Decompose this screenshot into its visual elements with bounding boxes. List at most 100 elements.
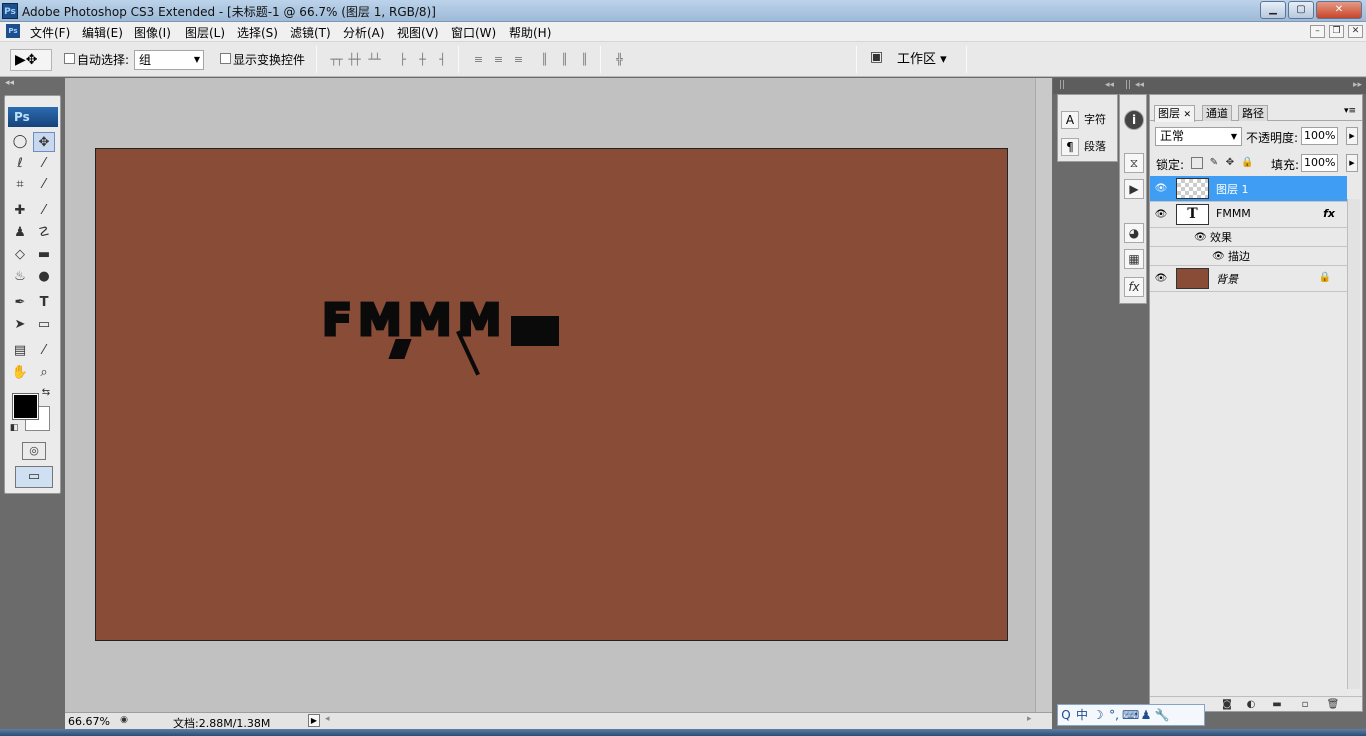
hand-tool-icon[interactable]: ✋: [9, 363, 31, 383]
character-panel-button[interactable]: A 字符: [1061, 109, 1106, 131]
magic-wand-tool-icon[interactable]: ⁄: [33, 154, 55, 174]
distribute-right-icon[interactable]: ║: [576, 53, 592, 66]
paragraph-panel-button[interactable]: ¶ 段落: [1061, 136, 1106, 158]
screen-mode-icon[interactable]: ▭: [15, 466, 53, 488]
lock-transparent-icon[interactable]: [1191, 157, 1203, 169]
ime-logo-icon[interactable]: Q: [1058, 705, 1074, 725]
layers-scrollbar[interactable]: [1347, 199, 1360, 689]
ime-user-icon[interactable]: ♟: [1138, 705, 1154, 725]
lasso-tool-icon[interactable]: ℓ: [9, 154, 31, 174]
opacity-input[interactable]: 100%: [1301, 127, 1338, 145]
canvas-vertical-scrollbar[interactable]: [1035, 78, 1052, 712]
show-transform-checkbox[interactable]: [220, 53, 231, 64]
eyedropper-tool-icon[interactable]: ⁄: [33, 341, 55, 361]
foreground-color-swatch[interactable]: [12, 393, 39, 420]
opacity-slider-arrow-icon[interactable]: ▶: [1346, 127, 1358, 145]
status-menu-arrow-icon[interactable]: ▶: [308, 714, 320, 727]
ime-chinese-toggle[interactable]: 中: [1074, 705, 1090, 725]
align-top-icon[interactable]: ┬┬: [328, 53, 344, 66]
lock-image-icon[interactable]: ✎: [1208, 157, 1220, 169]
path-selection-tool-icon[interactable]: ➤: [9, 315, 31, 335]
auto-select-checkbox[interactable]: [64, 53, 75, 64]
ime-punctuation-icon[interactable]: °,: [1106, 705, 1122, 725]
new-layer-icon[interactable]: ▫: [1298, 698, 1312, 712]
distribute-vcenter-icon[interactable]: ≡: [490, 53, 506, 66]
menu-help[interactable]: 帮助(H): [509, 24, 551, 41]
collapse-icon[interactable]: ◂◂: [1135, 80, 1144, 90]
scroll-left-icon[interactable]: ◂: [325, 714, 330, 724]
doc-restore-button[interactable]: ❐: [1329, 25, 1344, 38]
collapse-icon[interactable]: ◂◂: [1105, 80, 1114, 90]
menu-window[interactable]: 窗口(W): [451, 24, 496, 41]
history-icon[interactable]: ⧖: [1124, 153, 1144, 173]
bridge-icon[interactable]: ▣: [864, 50, 888, 69]
canvas-area[interactable]: FMMM: [65, 78, 1035, 712]
fx-icon[interactable]: fx: [1323, 207, 1335, 220]
distribute-left-icon[interactable]: ║: [536, 53, 552, 66]
align-hcenter-icon[interactable]: ┼: [414, 53, 430, 66]
align-bottom-icon[interactable]: ┴┴: [366, 53, 382, 66]
toolbox-ps-badge[interactable]: Ps: [8, 107, 58, 127]
clone-stamp-tool-icon[interactable]: ♟: [9, 223, 31, 243]
blend-mode-dropdown[interactable]: 正常 ▼: [1155, 127, 1242, 146]
zoom-settings-icon[interactable]: ◉: [117, 713, 131, 727]
swap-colors-icon[interactable]: ⇆: [39, 386, 53, 400]
menu-filter[interactable]: 滤镜(T): [290, 24, 331, 41]
menu-view[interactable]: 视图(V): [397, 24, 439, 41]
type-tool-icon[interactable]: T: [33, 293, 55, 313]
healing-brush-tool-icon[interactable]: ✚: [9, 201, 31, 221]
add-mask-icon[interactable]: ◙: [1220, 698, 1234, 712]
history-brush-tool-icon[interactable]: ☡: [33, 223, 55, 243]
distribute-top-icon[interactable]: ≡: [470, 53, 486, 66]
layer-row-layer1[interactable]: 👁 图层 1: [1150, 176, 1347, 202]
document-canvas[interactable]: FMMM: [95, 148, 1008, 641]
fill-input[interactable]: 100%: [1301, 154, 1338, 172]
doc-close-button[interactable]: ✕: [1348, 25, 1363, 38]
layer-row-text[interactable]: 👁 T FMMM fx: [1150, 202, 1347, 228]
menu-analysis[interactable]: 分析(A): [343, 24, 385, 41]
eye-icon[interactable]: 👁: [1154, 272, 1168, 285]
doc-minimize-button[interactable]: –: [1310, 25, 1325, 38]
ime-keyboard-icon[interactable]: ⌨: [1122, 705, 1139, 725]
menu-image[interactable]: 图像(I): [134, 24, 171, 41]
menu-edit[interactable]: 编辑(E): [82, 24, 123, 41]
styles-icon[interactable]: fx: [1124, 277, 1144, 297]
tab-paths[interactable]: 路径: [1238, 105, 1268, 121]
slice-tool-icon[interactable]: ⁄: [33, 175, 55, 195]
lock-position-icon[interactable]: ✥: [1224, 157, 1236, 169]
adjustment-layer-icon[interactable]: ◐: [1244, 698, 1258, 712]
info-icon[interactable]: i: [1124, 110, 1144, 130]
auto-select-dropdown[interactable]: 组 ▼: [134, 50, 204, 70]
default-colors-icon[interactable]: ◧: [7, 421, 21, 435]
eraser-tool-icon[interactable]: ◇: [9, 245, 31, 265]
os-taskbar[interactable]: [0, 729, 1366, 736]
eye-icon[interactable]: 👁: [1194, 228, 1207, 247]
maximize-button[interactable]: ▢: [1288, 1, 1314, 19]
lock-all-icon[interactable]: 🔒: [1241, 157, 1253, 169]
toolbox-collapse-strip[interactable]: ◂◂: [0, 78, 66, 94]
shape-tool-icon[interactable]: ▭: [33, 315, 55, 335]
crop-tool-icon[interactable]: ⌗: [9, 175, 31, 195]
color-palette-icon[interactable]: ◕: [1124, 223, 1144, 243]
panel-menu-icon[interactable]: ▾≡: [1344, 106, 1356, 116]
scroll-right-icon[interactable]: ▸: [1027, 714, 1032, 724]
minimize-button[interactable]: ▁: [1260, 1, 1286, 19]
align-vcenter-icon[interactable]: ┼┼: [346, 53, 362, 66]
marquee-tool-icon[interactable]: ◯: [9, 132, 31, 152]
pen-tool-icon[interactable]: ✒: [9, 293, 31, 313]
menu-layer[interactable]: 图层(L): [185, 24, 225, 41]
align-right-icon[interactable]: ┤: [434, 53, 450, 66]
workspace-button[interactable]: 工作区 ▾: [897, 50, 947, 70]
eye-icon[interactable]: 👁: [1154, 182, 1168, 195]
fill-slider-arrow-icon[interactable]: ▶: [1346, 154, 1358, 172]
quick-mask-icon[interactable]: ◎: [22, 442, 46, 460]
layer-effects-row[interactable]: 👁 效果: [1150, 228, 1347, 247]
new-group-icon[interactable]: ▬: [1270, 698, 1284, 712]
layer-row-background[interactable]: 👁 背景 🔒: [1150, 266, 1347, 292]
align-left-icon[interactable]: ├: [394, 53, 410, 66]
zoom-level[interactable]: 66.67%: [68, 715, 110, 728]
auto-align-icon[interactable]: ╬: [611, 53, 627, 66]
collapse-icon[interactable]: ▸▸: [1353, 80, 1362, 90]
layer-stroke-effect-row[interactable]: 👁 描边: [1150, 247, 1347, 266]
dodge-tool-icon[interactable]: ●: [33, 267, 55, 287]
